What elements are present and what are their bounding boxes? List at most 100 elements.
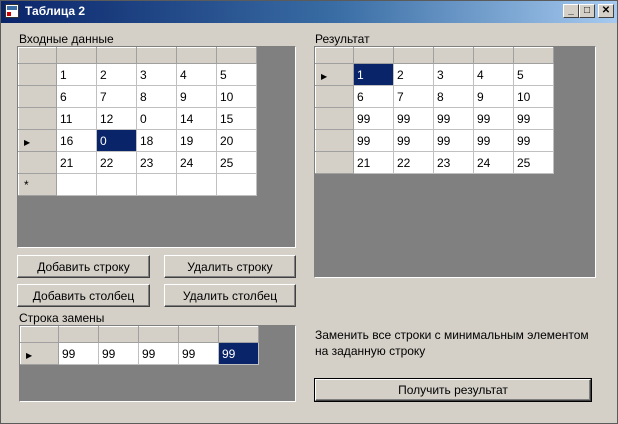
input-cell[interactable]: 6 [56,85,97,108]
result-corner-header[interactable] [315,47,354,64]
input-column-header[interactable] [56,47,97,64]
input-cell[interactable]: 15 [216,107,257,130]
input-new-row[interactable]: * [18,173,257,196]
input-column-header[interactable] [216,47,257,64]
result-row-header[interactable]: ▶ [315,63,354,86]
input-row[interactable]: 11 12 0 14 15 [18,107,257,130]
input-cell[interactable] [56,173,97,196]
result-cell[interactable]: 99 [513,107,554,130]
result-cell[interactable]: 21 [353,151,394,174]
delete-column-button[interactable]: Удалить столбец [164,284,296,307]
result-column-header[interactable] [353,47,394,64]
input-cell[interactable]: 11 [56,107,97,130]
input-cell[interactable]: 5 [216,63,257,86]
replacement-cell[interactable]: 99 [138,342,179,365]
result-row-header[interactable] [315,129,354,152]
minimize-button[interactable]: _ [563,4,579,18]
result-cell[interactable]: 99 [393,129,434,152]
input-cell[interactable] [96,173,137,196]
input-row[interactable]: 6 7 8 9 10 [18,85,257,108]
result-cell[interactable]: 99 [433,129,474,152]
maximize-button[interactable]: □ [579,4,595,18]
result-cell[interactable]: 9 [473,85,514,108]
replacement-corner-header[interactable] [20,326,59,343]
input-row[interactable]: ▶ 16 0 18 19 20 [18,129,257,152]
input-cell[interactable]: 23 [136,151,177,174]
result-cell[interactable]: 2 [393,63,434,86]
result-cell[interactable]: 25 [513,151,554,174]
input-row-header[interactable] [18,151,57,174]
input-row-header[interactable] [18,63,57,86]
input-cell[interactable] [176,173,217,196]
result-cell[interactable]: 1 [353,63,394,86]
result-cell[interactable]: 99 [433,107,474,130]
result-row-header[interactable] [315,107,354,130]
result-cell[interactable]: 23 [433,151,474,174]
input-cell[interactable]: 19 [176,129,217,152]
input-cell[interactable]: 0 [96,129,137,152]
input-cell[interactable]: 21 [56,151,97,174]
replacement-column-header[interactable] [138,326,179,343]
input-cell[interactable]: 2 [96,63,137,86]
input-column-header[interactable] [176,47,217,64]
result-cell[interactable]: 99 [473,129,514,152]
replacement-column-header[interactable] [218,326,259,343]
input-cell[interactable]: 0 [136,107,177,130]
input-cell[interactable]: 18 [136,129,177,152]
input-cell[interactable] [136,173,177,196]
replacement-cell[interactable]: 99 [178,342,219,365]
result-column-header[interactable] [393,47,434,64]
replacement-cell[interactable]: 99 [218,342,259,365]
result-row[interactable]: 99 99 99 99 99 [315,129,554,152]
input-cell[interactable]: 20 [216,129,257,152]
result-row[interactable]: 6 7 8 9 10 [315,85,554,108]
result-cell[interactable]: 99 [513,129,554,152]
input-cell[interactable]: 8 [136,85,177,108]
input-row-header[interactable] [18,107,57,130]
result-cell[interactable]: 99 [353,107,394,130]
result-cell[interactable]: 24 [473,151,514,174]
result-cell[interactable]: 6 [353,85,394,108]
result-cell[interactable]: 22 [393,151,434,174]
replacement-column-header[interactable] [178,326,219,343]
input-cell[interactable]: 24 [176,151,217,174]
result-column-header[interactable] [513,47,554,64]
replacement-row-header[interactable]: ▶ [20,342,59,365]
replacement-cell[interactable]: 99 [58,342,99,365]
input-row[interactable]: 21 22 23 24 25 [18,151,257,174]
close-button[interactable]: ✕ [598,4,614,18]
input-cell[interactable]: 1 [56,63,97,86]
input-cell[interactable]: 25 [216,151,257,174]
result-row[interactable]: 99 99 99 99 99 [315,107,554,130]
input-row-header[interactable]: * [18,173,57,196]
result-row[interactable]: 21 22 23 24 25 [315,151,554,174]
replacement-row[interactable]: ▶ 99 99 99 99 99 [20,342,259,365]
input-grid[interactable]: 1 2 3 4 5 6 7 8 9 10 11 12 0 14 15 ▶ 16 0 18 19 20 21 22 23 24 25… [17,46,296,248]
title-bar[interactable]: Таблица 2 _ □ ✕ [1,1,617,23]
input-cell[interactable]: 4 [176,63,217,86]
result-cell[interactable]: 3 [433,63,474,86]
input-cell[interactable]: 9 [176,85,217,108]
result-row[interactable]: ▶ 1 2 3 4 5 [315,63,554,86]
result-cell[interactable]: 99 [353,129,394,152]
result-cell[interactable]: 5 [513,63,554,86]
result-column-header[interactable] [433,47,474,64]
add-row-button[interactable]: Добавить строку [17,255,150,278]
result-row-header[interactable] [315,85,354,108]
result-cell[interactable]: 8 [433,85,474,108]
replacement-column-header[interactable] [98,326,139,343]
add-column-button[interactable]: Добавить столбец [17,284,150,307]
input-row[interactable]: 12345 [18,63,257,86]
input-cell[interactable]: 10 [216,85,257,108]
result-cell[interactable]: 99 [393,107,434,130]
replacement-cell[interactable]: 99 [98,342,139,365]
input-cell[interactable]: 22 [96,151,137,174]
input-cell[interactable]: 7 [96,85,137,108]
result-cell[interactable]: 10 [513,85,554,108]
get-result-button[interactable]: Получить результат [314,378,592,402]
input-column-header[interactable] [136,47,177,64]
input-row-header[interactable] [18,85,57,108]
input-cell[interactable]: 12 [96,107,137,130]
input-cell[interactable]: 14 [176,107,217,130]
result-cell[interactable]: 4 [473,63,514,86]
